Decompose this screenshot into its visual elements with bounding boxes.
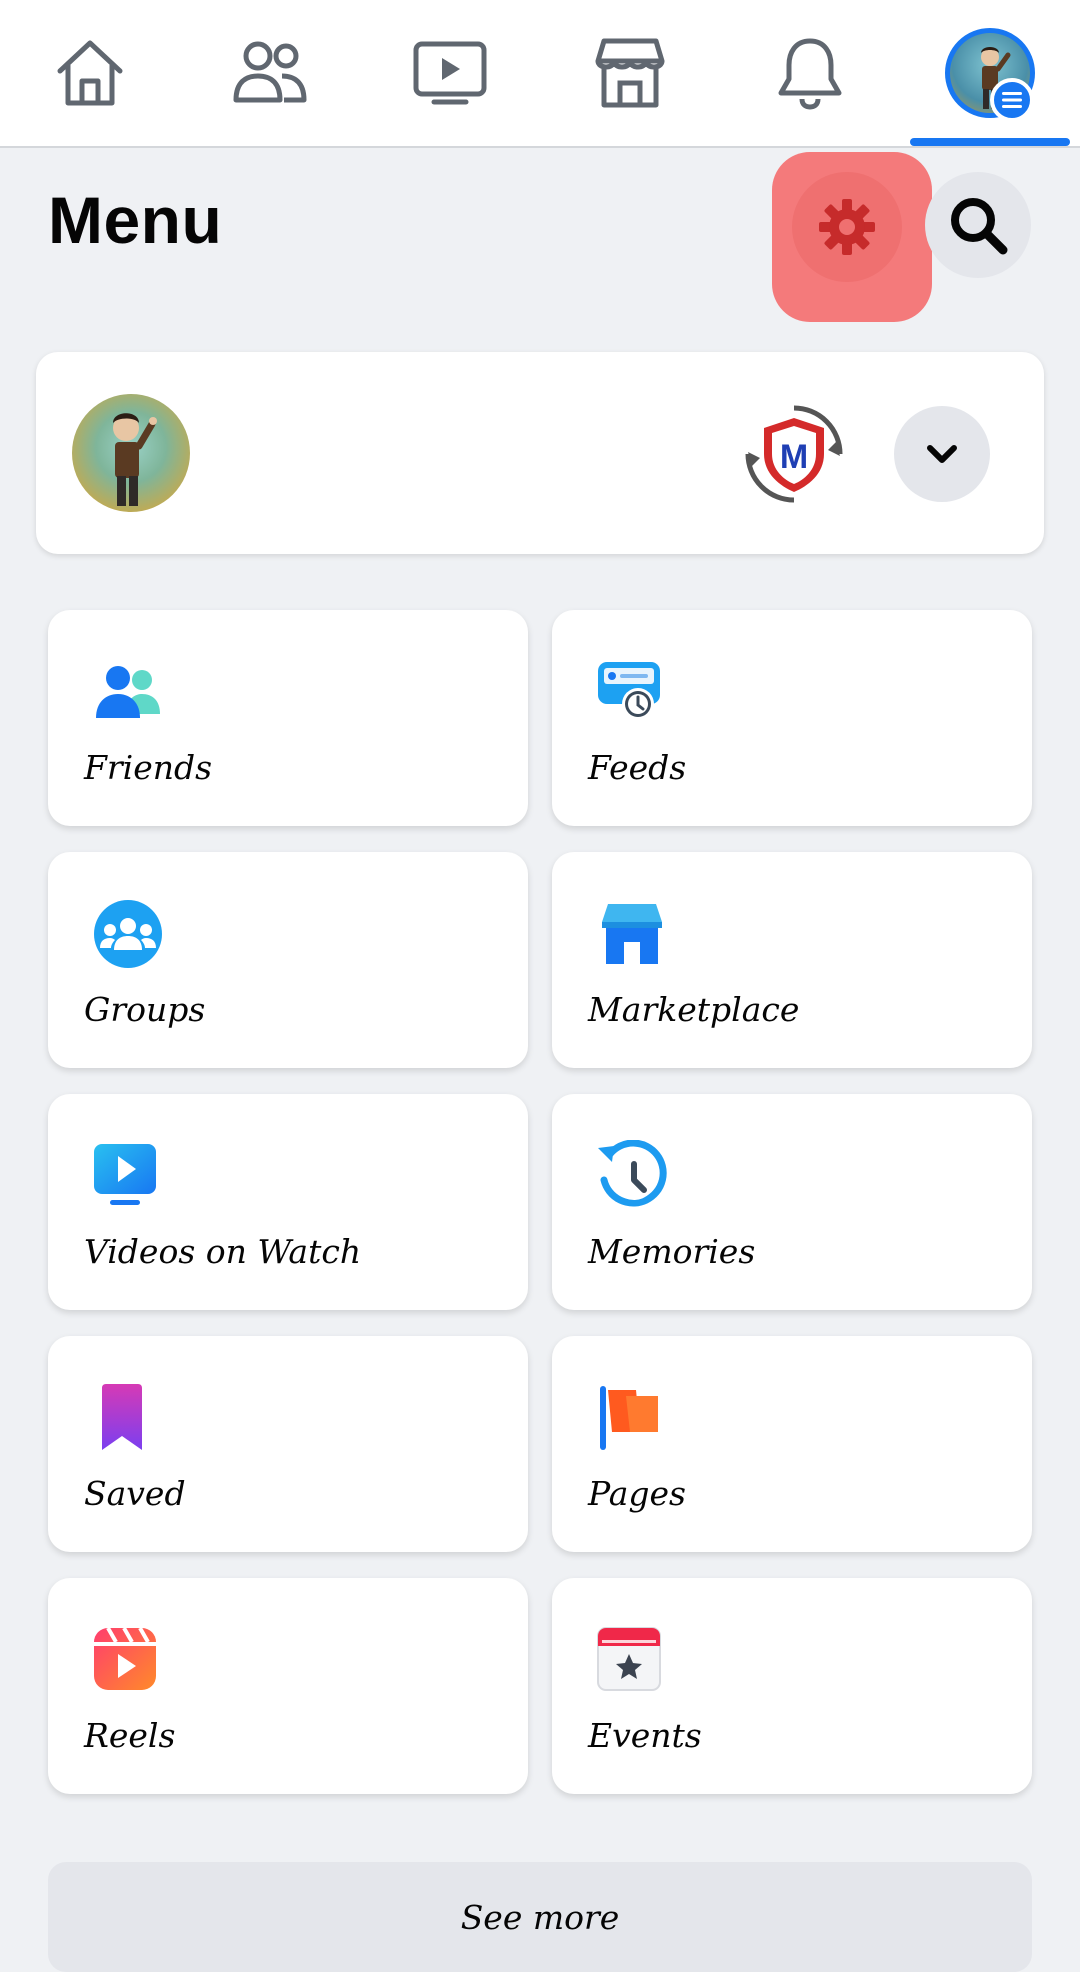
- nav-menu[interactable]: [900, 0, 1080, 146]
- settings-button[interactable]: [792, 172, 902, 282]
- shortcut-events[interactable]: Events: [552, 1578, 1032, 1794]
- nav-notifications[interactable]: [720, 0, 900, 146]
- calendar-icon: [597, 1627, 661, 1691]
- nav-home[interactable]: [0, 0, 180, 146]
- shortcut-friends[interactable]: Friends: [48, 610, 528, 826]
- video-icon: [413, 41, 487, 105]
- nav-watch[interactable]: [360, 0, 540, 146]
- shortcut-groups[interactable]: Groups: [48, 852, 528, 1068]
- search-button[interactable]: [925, 172, 1031, 278]
- shortcut-reels[interactable]: Reels: [48, 1578, 528, 1794]
- memories-icon: [598, 1140, 667, 1207]
- shortcut-pages[interactable]: Pages: [552, 1336, 1032, 1552]
- friends-icon: [96, 666, 160, 718]
- chevron-down-icon: [927, 445, 957, 463]
- shortcut-label: Groups: [84, 990, 206, 1029]
- bell-icon: [778, 38, 842, 110]
- home-icon: [57, 40, 123, 106]
- profile-card[interactable]: M: [36, 352, 1044, 554]
- search-icon: [951, 198, 1008, 255]
- account-switch-button[interactable]: [894, 406, 990, 502]
- page-title: Menu: [48, 183, 223, 257]
- shop-icon: [595, 38, 665, 108]
- shortcut-marketplace[interactable]: Marketplace: [552, 852, 1032, 1068]
- gear-icon: [819, 199, 875, 255]
- flag-icon: [600, 1386, 658, 1450]
- shortcut-label: Events: [588, 1716, 702, 1755]
- shortcut-label: Saved: [84, 1474, 186, 1513]
- nav-friends[interactable]: [180, 0, 360, 146]
- bookmark-icon: [102, 1384, 142, 1450]
- friends-icon: [233, 41, 307, 103]
- shortcut-saved[interactable]: Saved: [48, 1336, 528, 1552]
- see-more-button[interactable]: See more: [48, 1862, 1032, 1972]
- feeds-icon: [598, 662, 660, 720]
- page-logo[interactable]: M: [742, 402, 846, 506]
- nav-marketplace[interactable]: [540, 0, 720, 146]
- shortcut-memories[interactable]: Memories: [552, 1094, 1032, 1310]
- shortcut-label: Friends: [84, 748, 213, 787]
- top-navigation-bar: [0, 0, 1080, 148]
- shortcut-label: Marketplace: [588, 990, 800, 1029]
- avatar[interactable]: [72, 394, 190, 512]
- shortcut-label: Pages: [588, 1474, 686, 1513]
- active-tab-indicator: [910, 138, 1070, 146]
- see-more-label: See more: [460, 1898, 620, 1937]
- watch-icon: [94, 1144, 156, 1205]
- menu-icon: [990, 78, 1034, 122]
- groups-icon: [94, 900, 162, 968]
- shortcut-label: Videos on Watch: [84, 1232, 362, 1271]
- shortcut-label: Memories: [588, 1232, 756, 1271]
- svg-text:M: M: [780, 438, 808, 476]
- shortcut-label: Feeds: [588, 748, 687, 787]
- shortcut-feeds[interactable]: Feeds: [552, 610, 1032, 826]
- marketplace-icon: [602, 904, 662, 964]
- reels-icon: [94, 1627, 156, 1690]
- shortcut-label: Reels: [84, 1716, 176, 1755]
- shortcut-videos-on-watch[interactable]: Videos on Watch: [48, 1094, 528, 1310]
